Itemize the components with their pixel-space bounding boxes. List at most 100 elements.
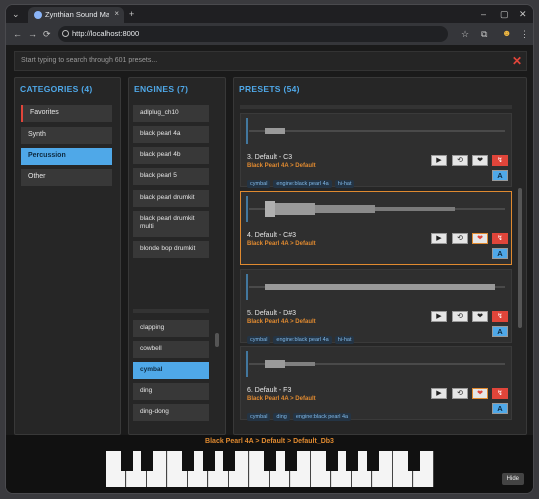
assign-button[interactable]: A — [492, 170, 508, 181]
black-key[interactable] — [325, 451, 338, 471]
profile-avatar-icon[interactable]: ☻ — [502, 28, 511, 38]
app-page: Start typing to search through 601 prese… — [6, 45, 533, 493]
menu-kebab-icon[interactable]: ⋮ — [520, 29, 529, 39]
search-clear-icon[interactable]: ✕ — [512, 54, 522, 68]
presets-panel: PRESETS (54) 3. Default - C3 Black Pearl… — [233, 77, 527, 435]
favorite-button[interactable]: ❤ — [472, 233, 488, 244]
tag-item-clapping[interactable]: clapping — [133, 320, 209, 337]
black-key[interactable] — [366, 451, 379, 471]
presets-scrollbar[interactable] — [518, 188, 522, 328]
piano-keyboard[interactable] — [106, 451, 434, 487]
category-favorites[interactable]: Favorites — [21, 105, 112, 122]
black-key[interactable] — [223, 451, 235, 471]
engines-list-divider — [133, 309, 209, 313]
assign-button[interactable]: A — [492, 403, 508, 414]
preset-tags: cymbal engine:black pearl 4a hi-hat — [247, 328, 357, 346]
address-bar: ← → ⟳ http://localhost:8000 ☆ ⧉ ☻ ⋮ — [6, 23, 533, 45]
preset-name: 4. Default - C#3 — [247, 232, 297, 239]
reset-button[interactable]: ⟲ — [452, 155, 468, 166]
close-window-icon[interactable]: ✕ — [519, 9, 527, 19]
hide-keyboard-button[interactable]: Hide — [501, 473, 524, 485]
preset-tag[interactable]: ding — [273, 413, 290, 421]
reload-icon[interactable]: ⟳ — [43, 29, 51, 39]
reset-button[interactable]: ⟲ — [452, 233, 468, 244]
black-key[interactable] — [346, 451, 358, 471]
engine-item[interactable]: black pearl 5 — [133, 168, 209, 185]
tab-title: Zynthian Sound Mana — [45, 10, 109, 19]
presets-heading: PRESETS (54) — [239, 84, 300, 94]
tab-bar: ⌄ Zynthian Sound Mana × + – ▢ ✕ — [6, 5, 533, 23]
maximize-icon[interactable]: ▢ — [500, 9, 509, 19]
play-button[interactable]: ▶ — [431, 233, 447, 244]
preset-tag[interactable]: hi-hat — [334, 336, 355, 344]
black-key[interactable] — [202, 451, 215, 471]
edit-button[interactable]: ↯ — [492, 388, 508, 399]
tag-item-cowbell[interactable]: cowbell — [133, 341, 209, 358]
preset-card[interactable]: 3. Default - C3 Black Pearl 4A > Default… — [240, 113, 512, 188]
categories-heading: CATEGORIES (4) — [20, 84, 93, 94]
black-key[interactable] — [120, 451, 133, 471]
tag-item-ding-dong[interactable]: ding-dong — [133, 404, 209, 421]
engine-item[interactable]: black pearl 4a — [133, 126, 209, 143]
preset-tag[interactable]: hi-hat — [334, 180, 355, 188]
edit-button[interactable]: ↯ — [492, 155, 508, 166]
reset-button[interactable]: ⟲ — [452, 311, 468, 322]
category-synth[interactable]: Synth — [21, 127, 112, 144]
preset-card[interactable]: 6. Default - F3 Black Pearl 4A > Default… — [240, 346, 512, 421]
previous-card-edge — [240, 105, 512, 109]
bookmark-star-icon[interactable]: ☆ — [461, 29, 469, 39]
preset-search-input[interactable]: Start typing to search through 601 prese… — [14, 51, 527, 71]
preset-card[interactable]: 5. Default - D#3 Black Pearl 4A > Defaul… — [240, 269, 512, 346]
preset-card-active[interactable]: 4. Default - C#3 Black Pearl 4A > Defaul… — [240, 191, 512, 265]
category-percussion[interactable]: Percussion — [21, 148, 112, 165]
tag-item-cymbal[interactable]: cymbal — [133, 362, 209, 379]
black-key[interactable] — [407, 451, 420, 471]
url-field[interactable]: http://localhost:8000 — [58, 26, 448, 42]
edit-button[interactable]: ↯ — [492, 311, 508, 322]
preset-path: Black Pearl 4A > Default — [247, 319, 316, 325]
reset-button[interactable]: ⟲ — [452, 388, 468, 399]
assign-button[interactable]: A — [492, 248, 508, 259]
tab-close-icon[interactable]: × — [114, 9, 119, 18]
preset-name: 5. Default - D#3 — [247, 310, 297, 317]
minimize-icon[interactable]: – — [481, 9, 486, 19]
forward-icon[interactable]: → — [28, 29, 37, 39]
black-key[interactable] — [141, 451, 153, 471]
black-key[interactable] — [284, 451, 297, 471]
site-info-icon[interactable] — [62, 30, 69, 37]
edit-button[interactable]: ↯ — [492, 233, 508, 244]
browser-tab[interactable]: Zynthian Sound Mana × — [28, 7, 124, 23]
engine-item[interactable]: adlplug_ch10 — [133, 105, 209, 122]
favorite-button[interactable]: ❤ — [472, 311, 488, 322]
play-button[interactable]: ▶ — [431, 311, 447, 322]
waveform — [246, 118, 505, 144]
engine-item[interactable]: black pearl drumkit — [133, 190, 209, 207]
preset-tag[interactable]: cymbal — [247, 180, 271, 188]
preset-name: 3. Default - C3 — [247, 154, 293, 161]
extensions-icon[interactable]: ⧉ — [481, 29, 487, 39]
engine-item[interactable]: black pearl drumkit multi — [133, 211, 209, 237]
favorite-button[interactable]: ❤ — [472, 155, 488, 166]
assign-button[interactable]: A — [492, 326, 508, 337]
favorite-button[interactable]: ❤ — [472, 388, 488, 399]
play-button[interactable]: ▶ — [431, 388, 447, 399]
engines-panel: ENGINES (7) adlplug_ch10 black pearl 4a … — [128, 77, 226, 435]
black-key[interactable] — [264, 451, 276, 471]
new-tab-icon[interactable]: + — [129, 9, 134, 19]
black-key[interactable] — [182, 451, 194, 471]
preset-tag[interactable]: engine:black pearl 4a — [273, 180, 332, 188]
play-button[interactable]: ▶ — [431, 155, 447, 166]
back-icon[interactable]: ← — [13, 29, 22, 39]
preset-tag[interactable]: cymbal — [247, 413, 271, 421]
tags-scrollbar[interactable] — [215, 333, 219, 347]
preset-path: Black Pearl 4A > Default — [247, 396, 316, 402]
tag-item-ding[interactable]: ding — [133, 383, 209, 400]
engines-heading: ENGINES (7) — [134, 84, 189, 94]
preset-tag[interactable]: engine:black pearl 4a — [292, 413, 352, 421]
preset-tag[interactable]: engine:black pearl 4a — [273, 336, 332, 344]
preset-tag[interactable]: cymbal — [247, 336, 271, 344]
engine-item[interactable]: blonde bop drumkit — [133, 241, 209, 258]
category-other[interactable]: Other — [21, 169, 112, 186]
tab-search-icon[interactable]: ⌄ — [12, 9, 20, 19]
engine-item[interactable]: black pearl 4b — [133, 147, 209, 164]
